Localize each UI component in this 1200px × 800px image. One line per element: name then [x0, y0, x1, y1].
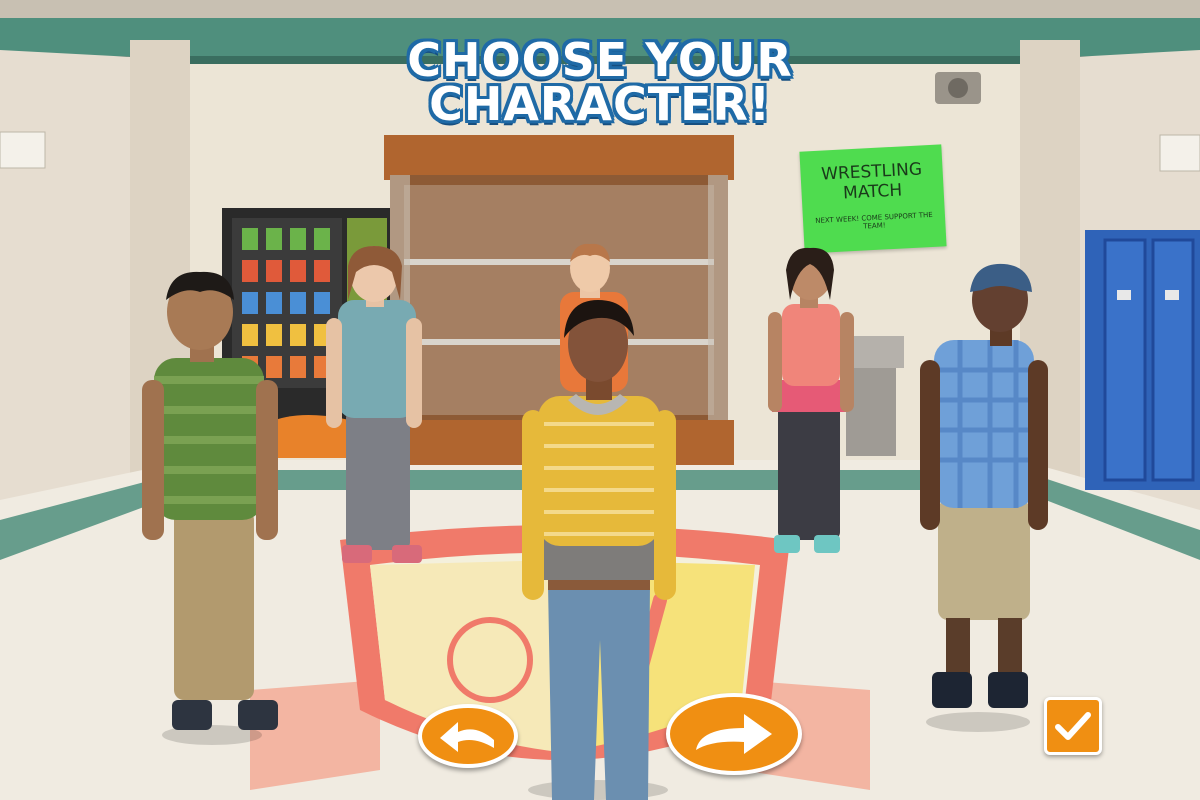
title-line-1: CHOOSE YOUR [407, 33, 793, 87]
confirm-selection-button[interactable] [1044, 697, 1102, 755]
arrow-right-icon [696, 714, 772, 754]
title-line-2: CHARACTER! [429, 77, 771, 131]
character-boy-blue-plaid[interactable] [920, 263, 1048, 732]
checkmark-icon [1055, 712, 1091, 740]
character-girl-yellow-stripes[interactable] [522, 300, 676, 800]
arrow-left-icon [440, 722, 494, 752]
title-banner: CHOOSE YOUR CHARACTER! [0, 33, 1200, 131]
previous-character-button[interactable] [418, 704, 518, 768]
game-scene: WRESTLING MATCH NEXT WEEK! COME SUPPORT … [0, 0, 1200, 800]
character-boy-green-stripes[interactable] [142, 271, 278, 745]
character-girl-coral-top[interactable] [768, 247, 854, 553]
next-character-button[interactable] [666, 693, 802, 775]
character-girl-teal-top[interactable] [326, 246, 422, 563]
